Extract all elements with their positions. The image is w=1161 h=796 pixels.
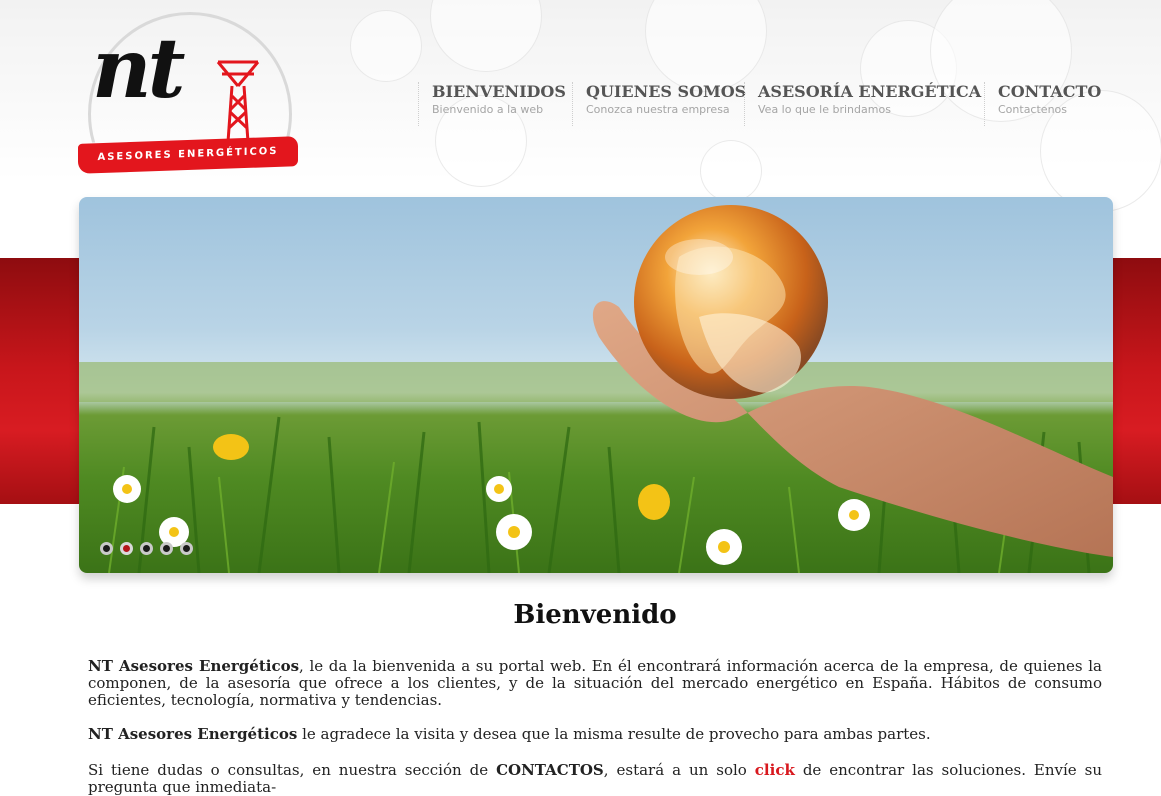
nav-subtitle: Conozca nuestra empresa [586,103,730,116]
company-name: NT Asesores Energéticos [88,725,298,743]
nav-subtitle: Bienvenido a la web [432,103,544,116]
power-tower-icon [216,60,260,144]
nav-title: QUIENES SOMOS [586,82,747,101]
page-title: Bienvenido [513,600,677,630]
thanks-text: le agradece la visita y desea que la mis… [297,725,931,743]
contacts-link[interactable]: CONTACTOS [496,761,604,779]
main-nav: BIENVENIDOS Bienvenido a la web QUIENES … [418,82,1106,126]
nav-title: CONTACTO [998,82,1102,101]
slide-dot-3[interactable] [140,542,153,555]
intro-paragraph: NT Asesores Energéticos, le da la bienve… [88,658,1102,709]
slide-dot-2[interactable] [120,542,133,555]
slide-dot-4[interactable] [160,542,173,555]
logo-wordmark: nt [92,21,185,117]
click-link[interactable]: click [755,761,795,779]
logo[interactable]: nt ASESORES ENERGÉTICOS [78,12,300,174]
contact-paragraph: Si tiene dudas o consultas, en nuestra s… [88,762,1102,796]
hero-slider[interactable] [79,197,1113,573]
logo-banner: ASESORES ENERGÉTICOS [78,136,298,174]
slide-image [79,205,1113,573]
slide-dot-1[interactable] [100,542,113,555]
slider-dots [100,542,193,555]
nav-item-bienvenidos[interactable]: BIENVENIDOS Bienvenido a la web [418,82,572,126]
main-content: Bienvenido NT Asesores Energéticos, le d… [88,600,1102,796]
contact-text-mid: , estará a un solo [603,761,755,779]
nav-item-quienes-somos[interactable]: QUIENES SOMOS Conozca nuestra empresa [572,82,747,126]
nav-item-asesoria[interactable]: ASESORÍA ENERGÉTICA Vea lo que le brinda… [744,82,984,126]
company-name: NT Asesores Energéticos [88,657,300,675]
nav-item-contacto[interactable]: CONTACTO Contactenos [984,82,1106,126]
contact-text-start: Si tiene dudas o consultas, en nuestra s… [88,761,497,779]
slide-dot-5[interactable] [180,542,193,555]
nav-title: BIENVENIDOS [432,82,566,101]
thanks-paragraph: NT Asesores Energéticos le agradece la v… [88,726,1102,743]
nav-title: ASESORÍA ENERGÉTICA [758,82,982,101]
nav-subtitle: Contactenos [998,103,1067,116]
nav-subtitle: Vea lo que le brindamos [758,103,891,116]
